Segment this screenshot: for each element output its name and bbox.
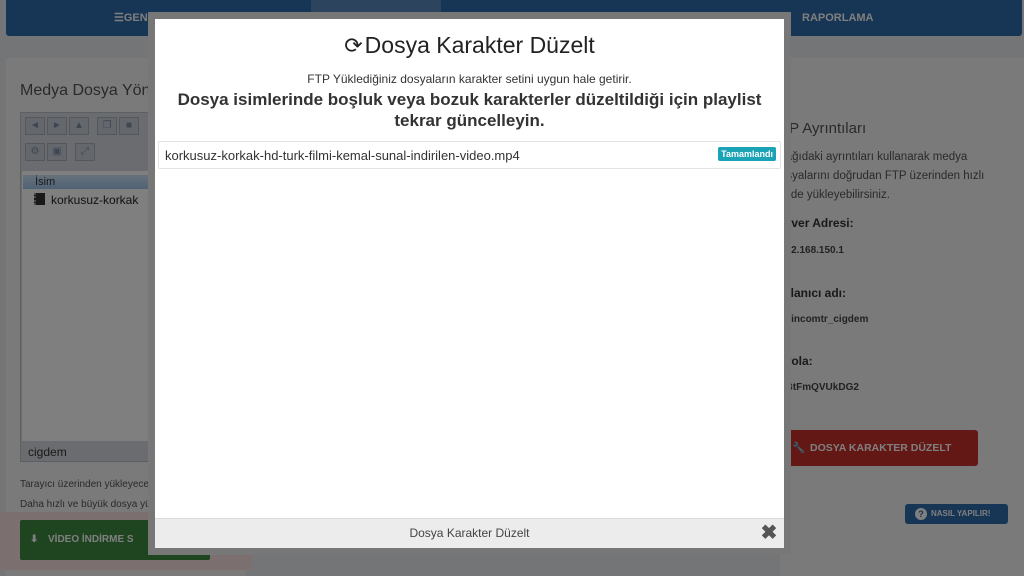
modal-footer: Dosya Karakter Düzelt ✖ xyxy=(155,518,784,548)
refresh-icon: ⟳ xyxy=(344,33,363,58)
fix-characters-modal: ⟳Dosya Karakter Düzelt FTP Yüklediğiniz … xyxy=(148,12,791,555)
modal-title: ⟳Dosya Karakter Düzelt xyxy=(155,32,784,59)
status-badge: Tamamlandı xyxy=(718,147,776,161)
modal-notice: Dosya isimlerinde boşluk veya bozuk kara… xyxy=(177,90,762,130)
modal-content: ⟳Dosya Karakter Düzelt FTP Yüklediğiniz … xyxy=(155,19,784,548)
processed-file-row: korkusuz-korkak-hd-turk-filmi-kemal-suna… xyxy=(158,141,781,169)
modal-subtitle: FTP Yüklediğiniz dosyaların karakter set… xyxy=(307,72,632,86)
modal-footer-label: Dosya Karakter Düzelt xyxy=(409,526,530,540)
close-icon[interactable]: ✖ xyxy=(760,523,778,543)
processed-file-name: korkusuz-korkak-hd-turk-filmi-kemal-suna… xyxy=(165,148,520,163)
modal-title-text: Dosya Karakter Düzelt xyxy=(364,32,595,58)
